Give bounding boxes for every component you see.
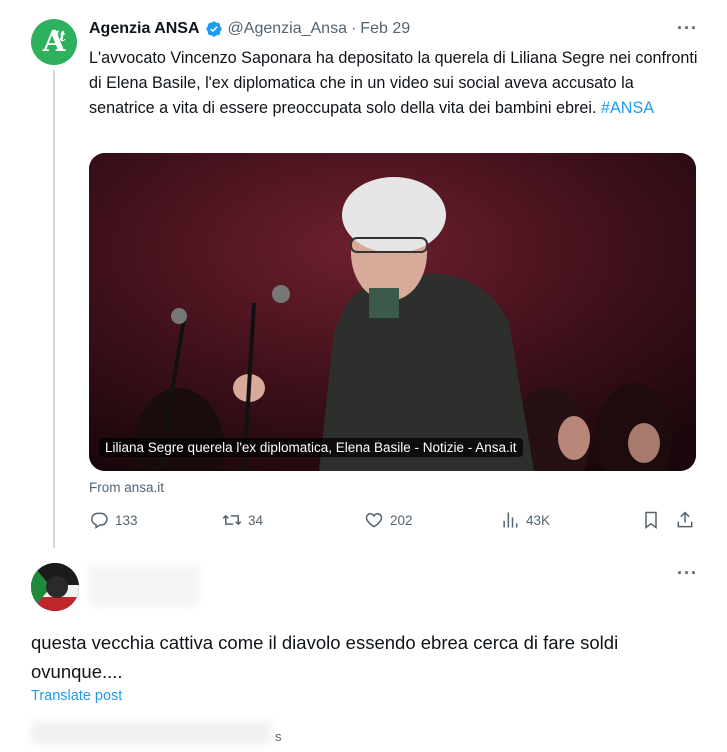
more-icon[interactable]: ··· [677,18,698,39]
photo-illustration [89,153,696,471]
next-post-fragment: s [275,729,282,744]
like-button[interactable]: 202 [364,510,413,530]
author-name[interactable]: Agenzia ANSA [89,20,200,38]
repost-button[interactable]: 34 [222,510,263,530]
like-icon [365,512,383,528]
tweet-date[interactable]: Feb 29 [360,20,410,38]
views-icon [503,512,518,528]
tweet-text: L'avvocato Vincenzo Saponara ha deposita… [89,46,699,121]
hashtag-link[interactable]: #ANSA [601,99,654,117]
bookmark-button[interactable] [641,510,667,530]
repost-icon [222,514,242,526]
share-icon [677,511,693,528]
avatar-sub: it [54,29,66,45]
views-button[interactable]: 43K [500,510,550,530]
link-card-image[interactable]: Liliana Segre querela l'ex diplomatica, … [89,153,696,471]
card-caption: Liliana Segre querela l'ex diplomatica, … [99,438,523,457]
thread-connector-line [53,70,55,548]
tweet-header: Agenzia ANSA @Agenzia_Ansa · Feb 29 [89,20,410,38]
reply-more-icon[interactable]: ··· [677,563,698,584]
like-count: 202 [390,512,413,528]
reply-avatar[interactable] [31,563,79,611]
reply-text: questa vecchia cattiva come il diavolo e… [31,632,619,682]
card-source[interactable]: From ansa.it [89,480,164,495]
tweet-actions: 133 34 202 43K [89,510,699,534]
reply-author-redacted [89,566,199,606]
translate-post-link[interactable]: Translate post [31,688,122,704]
share-button[interactable] [675,510,701,530]
reply-avatar-image [31,563,79,611]
views-count: 43K [526,512,551,528]
bookmark-icon [645,511,657,529]
author-handle[interactable]: @Agenzia_Ansa [228,20,347,38]
separator-dot: · [350,20,357,37]
repost-count: 34 [248,512,264,528]
verified-badge-icon [205,21,222,37]
reply-count: 133 [115,512,138,528]
next-post-redacted [31,722,271,744]
ansa-avatar[interactable]: A it [31,19,77,65]
reply-button[interactable]: 133 [89,510,138,530]
reply-icon [91,512,108,529]
